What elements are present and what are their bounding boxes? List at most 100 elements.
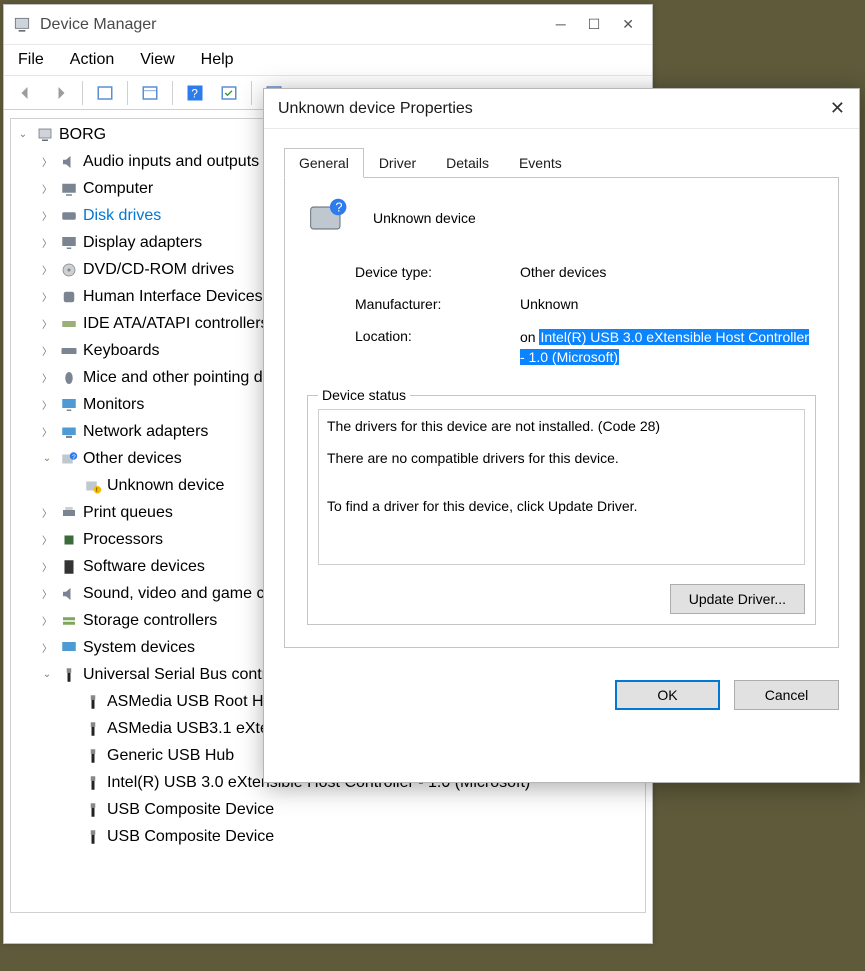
dialog-titlebar[interactable]: Unknown device Properties ✕ — [264, 89, 859, 129]
usb-icon — [83, 692, 103, 712]
tree-item[interactable]: USB Composite Device — [15, 823, 641, 850]
location-selected-text: Intel(R) USB 3.0 eXtensible Host Control… — [520, 329, 809, 365]
device-name: Unknown device — [373, 210, 476, 226]
software-icon — [59, 557, 79, 577]
usb-icon — [59, 665, 79, 685]
titlebar[interactable]: Device Manager ─ ☐ ✕ — [4, 5, 652, 45]
chevron-right-icon[interactable]: 〉 — [39, 208, 55, 223]
update-driver-button[interactable]: Update Driver... — [670, 584, 805, 614]
ok-button[interactable]: OK — [615, 680, 720, 710]
other-icon: ? — [59, 449, 79, 469]
tree-item-label: Human Interface Devices — [83, 288, 263, 306]
chevron-down-icon[interactable]: ⌄ — [39, 669, 55, 680]
tree-item-label: Audio inputs and outputs — [83, 153, 259, 171]
tree-item-label: USB Composite Device — [107, 801, 274, 819]
nav-back-icon[interactable] — [14, 81, 38, 105]
menu-file[interactable]: File — [18, 51, 44, 69]
tree-item-label: Print queues — [83, 504, 173, 522]
chevron-right-icon[interactable]: 〉 — [39, 289, 55, 304]
speaker-icon — [59, 152, 79, 172]
device-status-text[interactable]: The drivers for this device are not inst… — [318, 409, 805, 565]
value-location[interactable]: on Intel(R) USB 3.0 eXtensible Host Cont… — [520, 328, 816, 367]
dialog-title: Unknown device Properties — [278, 100, 473, 118]
tab-general[interactable]: General — [284, 148, 364, 178]
printer-icon — [59, 503, 79, 523]
chevron-right-icon[interactable]: 〉 — [39, 181, 55, 196]
tree-item-label: ASMedia USB Root Hub — [107, 693, 281, 711]
tab-panel-general: ? Unknown device Device type: Other devi… — [284, 178, 839, 648]
usb-icon — [83, 773, 103, 793]
tab-events[interactable]: Events — [504, 148, 577, 178]
tree-item-label: Computer — [83, 180, 153, 198]
usb-icon — [83, 746, 103, 766]
tree-item-label: Generic USB Hub — [107, 747, 234, 765]
tab-details[interactable]: Details — [431, 148, 504, 178]
cpu-icon — [59, 530, 79, 550]
device-status-group: Device status The drivers for this devic… — [307, 387, 816, 625]
toolbar-properties-icon[interactable] — [93, 81, 117, 105]
chevron-right-icon[interactable]: 〉 — [39, 370, 55, 385]
chevron-right-icon[interactable]: 〉 — [39, 343, 55, 358]
svg-text:?: ? — [191, 86, 198, 100]
tree-item-label: Display adapters — [83, 234, 202, 252]
window-close-icon[interactable]: ✕ — [622, 16, 634, 33]
chevron-right-icon[interactable]: 〉 — [39, 586, 55, 601]
chevron-right-icon[interactable]: 〉 — [39, 316, 55, 331]
nav-forward-icon[interactable] — [48, 81, 72, 105]
tree-item-label: Monitors — [83, 396, 144, 414]
label-location: Location: — [355, 328, 520, 367]
chevron-right-icon[interactable]: 〉 — [39, 505, 55, 520]
chevron-right-icon[interactable]: 〉 — [39, 262, 55, 277]
system-icon — [59, 638, 79, 658]
menu-action[interactable]: Action — [70, 51, 114, 69]
tab-driver[interactable]: Driver — [364, 148, 431, 178]
svg-text:?: ? — [335, 200, 342, 215]
monitor-icon — [59, 395, 79, 415]
computer-icon — [35, 125, 55, 145]
tree-root-label: BORG — [59, 126, 106, 144]
tree-item-label: System devices — [83, 639, 195, 657]
chevron-right-icon[interactable]: 〉 — [39, 235, 55, 250]
value-device-type: Other devices — [520, 264, 816, 280]
usb-icon — [83, 827, 103, 847]
hid-icon — [59, 287, 79, 307]
tree-item-label: Unknown device — [107, 477, 224, 495]
usb-icon — [83, 800, 103, 820]
chevron-right-icon[interactable]: 〉 — [39, 559, 55, 574]
chevron-down-icon[interactable]: ⌄ — [15, 129, 31, 140]
usb-icon — [83, 719, 103, 739]
tree-item-label: IDE ATA/ATAPI controllers — [83, 315, 269, 333]
chevron-right-icon[interactable]: 〉 — [39, 424, 55, 439]
chevron-right-icon[interactable]: 〉 — [39, 640, 55, 655]
window-minimize-icon[interactable]: ─ — [556, 16, 566, 33]
chevron-down-icon[interactable]: ⌄ — [39, 453, 55, 464]
close-icon[interactable]: ✕ — [830, 98, 845, 119]
label-manufacturer: Manufacturer: — [355, 296, 520, 312]
tree-item-label: Keyboards — [83, 342, 160, 360]
tree-item[interactable]: USB Composite Device — [15, 796, 641, 823]
cancel-button[interactable]: Cancel — [734, 680, 839, 710]
toolbar-scan-icon[interactable] — [217, 81, 241, 105]
window-maximize-icon[interactable]: ☐ — [588, 16, 601, 33]
chevron-right-icon[interactable]: 〉 — [39, 532, 55, 547]
chevron-right-icon[interactable]: 〉 — [39, 154, 55, 169]
sound-icon — [59, 584, 79, 604]
properties-dialog: Unknown device Properties ✕ General Driv… — [263, 88, 860, 783]
tree-item-label: Storage controllers — [83, 612, 217, 630]
tree-item-label: Software devices — [83, 558, 205, 576]
mouse-icon — [59, 368, 79, 388]
chevron-right-icon[interactable]: 〉 — [39, 613, 55, 628]
ide-icon — [59, 314, 79, 334]
display-icon — [59, 233, 79, 253]
label-device-type: Device type: — [355, 264, 520, 280]
tree-item-label: Other devices — [83, 450, 182, 468]
toolbar-help-icon[interactable]: ? — [183, 81, 207, 105]
svg-text:?: ? — [72, 454, 76, 461]
storage-icon — [59, 611, 79, 631]
menu-help[interactable]: Help — [201, 51, 234, 69]
toolbar-view-icon[interactable] — [138, 81, 162, 105]
chevron-right-icon[interactable]: 〉 — [39, 397, 55, 412]
menu-view[interactable]: View — [140, 51, 174, 69]
location-prefix: on — [520, 329, 539, 345]
menubar: File Action View Help — [4, 45, 652, 76]
